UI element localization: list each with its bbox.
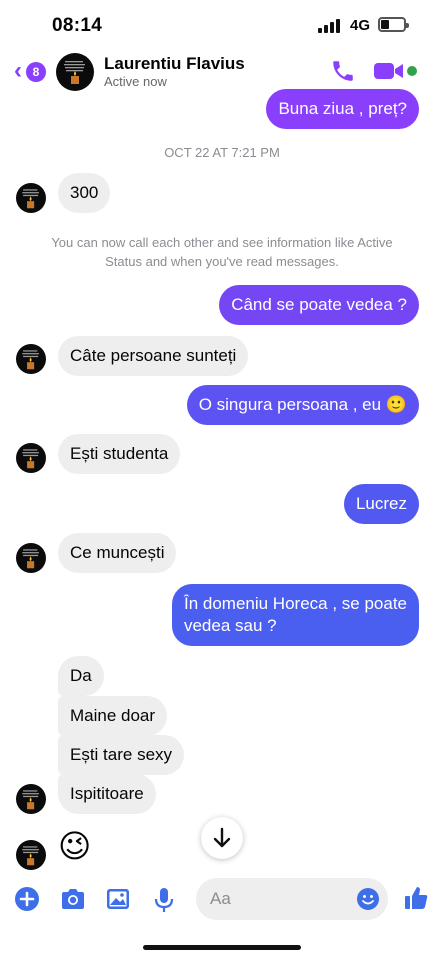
gallery-button[interactable] xyxy=(105,886,133,914)
incoming-message[interactable]: Da xyxy=(58,656,104,696)
outgoing-message[interactable]: Lucrez xyxy=(343,484,419,524)
like-button[interactable] xyxy=(402,884,430,912)
outgoing-message[interactable]: În domeniu Horeca , se poate vedea sau ? xyxy=(171,584,419,646)
outgoing-message[interactable]: O singura persoana , eu 🙂 xyxy=(186,385,419,425)
arrow-down-icon xyxy=(213,827,231,848)
home-indicator xyxy=(143,945,301,950)
incoming-message[interactable]: 300 xyxy=(58,173,111,213)
image-icon xyxy=(107,889,129,909)
message-input[interactable] xyxy=(210,878,340,920)
message-line: vedea sau ? xyxy=(183,616,277,635)
add-button[interactable] xyxy=(14,886,42,914)
camera-button[interactable] xyxy=(59,886,87,914)
incoming-message[interactable]: Ispititoare xyxy=(58,774,156,814)
incoming-message[interactable]: Maine doar xyxy=(58,696,168,736)
emoji-button[interactable] xyxy=(356,887,380,911)
plus-icon xyxy=(15,887,39,911)
message-thread[interactable]: Buna ziua , preț? OCT 22 AT 7:21 PM 300 … xyxy=(0,0,444,960)
thumbs-up-icon xyxy=(405,887,428,909)
scroll-to-bottom-button[interactable] xyxy=(201,817,243,859)
microphone-button[interactable] xyxy=(151,886,179,914)
avatar[interactable] xyxy=(16,443,46,473)
avatar[interactable] xyxy=(16,183,46,213)
message-line: În domeniu Horeca , se poate xyxy=(183,594,407,613)
emoji-message[interactable]: 😉 xyxy=(58,826,91,866)
system-notice: You can now call each other and see info… xyxy=(0,233,444,271)
outgoing-message[interactable]: Buna ziua , preț? xyxy=(266,89,419,129)
system-notice-line: Status and when you've read messages. xyxy=(105,254,339,269)
microphone-icon xyxy=(154,888,174,912)
incoming-message[interactable]: Câte persoane sunteți xyxy=(58,336,249,376)
system-notice-line: You can now call each other and see info… xyxy=(51,235,393,250)
avatar[interactable] xyxy=(16,840,46,870)
avatar[interactable] xyxy=(16,784,46,814)
incoming-message[interactable]: Ești tare sexy xyxy=(58,735,185,775)
message-composer[interactable] xyxy=(196,878,388,920)
camera-icon xyxy=(62,889,84,909)
timestamp: OCT 22 AT 7:21 PM xyxy=(164,145,280,160)
incoming-message[interactable]: Ești studenta xyxy=(58,434,181,474)
avatar[interactable] xyxy=(16,543,46,573)
avatar[interactable] xyxy=(16,344,46,374)
smiley-icon xyxy=(357,888,379,910)
outgoing-message[interactable]: Când se poate vedea ? xyxy=(219,285,419,325)
incoming-message[interactable]: Ce muncești xyxy=(58,533,177,573)
